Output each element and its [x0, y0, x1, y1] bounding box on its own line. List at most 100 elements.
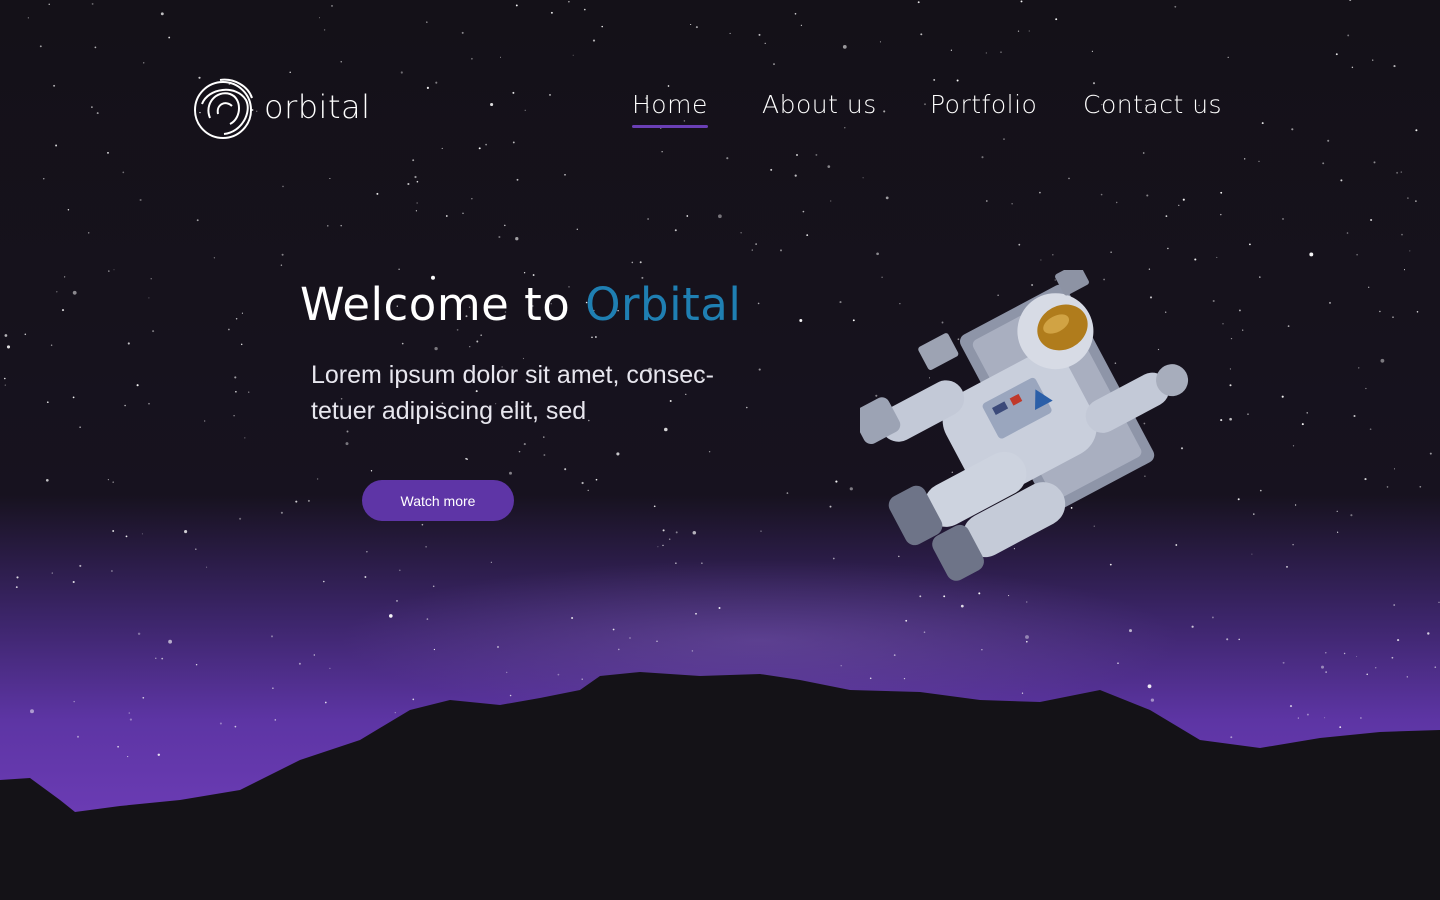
- star: [1039, 191, 1041, 194]
- star: [1092, 82, 1096, 85]
- star: [876, 252, 879, 256]
- star: [155, 657, 157, 659]
- star: [331, 5, 333, 7]
- star: [1247, 413, 1249, 415]
- star: [1340, 179, 1343, 182]
- watch-more-button[interactable]: Watch more: [362, 480, 514, 521]
- star: [595, 336, 597, 338]
- star: [692, 531, 697, 535]
- hero-title-accent: Orbital: [585, 278, 742, 331]
- star: [981, 649, 983, 651]
- star: [79, 564, 82, 567]
- star: [1353, 414, 1356, 418]
- star: [471, 198, 473, 200]
- star: [1165, 215, 1168, 217]
- star: [435, 81, 438, 84]
- star: [543, 454, 546, 456]
- star: [667, 85, 670, 87]
- star: [1337, 531, 1339, 533]
- star: [1406, 676, 1408, 678]
- star: [595, 478, 598, 481]
- star: [272, 687, 274, 689]
- star: [195, 548, 197, 550]
- star: [674, 229, 677, 232]
- nav-item-home[interactable]: Home: [632, 90, 708, 128]
- star: [571, 616, 574, 620]
- star: [1356, 655, 1358, 658]
- star: [239, 517, 242, 520]
- star: [319, 17, 320, 19]
- star: [1227, 56, 1229, 59]
- star: [425, 545, 427, 548]
- nav-item-about-us[interactable]: About us: [762, 90, 877, 119]
- star: [1242, 329, 1244, 331]
- nav-item-portfolio[interactable]: Portfolio: [930, 90, 1037, 119]
- star: [15, 586, 18, 589]
- star: [1174, 5, 1177, 8]
- star: [1403, 269, 1406, 271]
- star: [773, 63, 775, 65]
- star: [869, 677, 872, 680]
- star: [1350, 514, 1353, 517]
- star: [1386, 486, 1389, 488]
- star: [94, 46, 97, 49]
- star: [469, 346, 471, 348]
- main-navigation: Home About us Portfolio Contact us: [0, 90, 1440, 130]
- star: [235, 318, 238, 320]
- star: [476, 340, 479, 343]
- star: [1286, 566, 1288, 568]
- star: [1028, 30, 1030, 32]
- star: [835, 480, 838, 483]
- star: [281, 253, 284, 256]
- star: [117, 745, 119, 748]
- star: [168, 36, 171, 39]
- star: [1220, 419, 1223, 422]
- star: [298, 662, 301, 665]
- star: [1434, 666, 1437, 669]
- star: [1393, 65, 1396, 68]
- star: [1253, 513, 1255, 515]
- star: [1026, 640, 1028, 643]
- star: [1427, 632, 1430, 635]
- star: [1026, 601, 1028, 603]
- star: [235, 390, 237, 393]
- star: [1068, 177, 1070, 180]
- star: [295, 500, 298, 503]
- star: [1117, 662, 1119, 664]
- star: [695, 26, 698, 29]
- star: [518, 450, 521, 453]
- star: [758, 368, 761, 371]
- star: [280, 511, 283, 514]
- star: [6, 345, 11, 349]
- star: [157, 753, 161, 757]
- star: [690, 23, 692, 26]
- star: [364, 576, 367, 578]
- star: [124, 404, 126, 407]
- star: [576, 228, 578, 230]
- star: [206, 566, 208, 568]
- star: [1301, 423, 1304, 426]
- star: [662, 529, 665, 532]
- star: [248, 391, 250, 393]
- star: [799, 319, 803, 322]
- star: [920, 33, 923, 36]
- star: [1358, 367, 1360, 369]
- star: [1129, 629, 1132, 633]
- star: [840, 665, 842, 667]
- star: [919, 595, 922, 598]
- star: [72, 290, 77, 295]
- star: [981, 156, 984, 159]
- landing-page: orbital Home About us Portfolio Contact …: [0, 0, 1440, 900]
- star: [1379, 310, 1381, 313]
- star: [107, 479, 109, 481]
- star: [829, 505, 832, 508]
- star: [1021, 692, 1024, 694]
- star: [432, 585, 435, 588]
- nav-item-contact-us[interactable]: Contact us: [1083, 90, 1222, 119]
- star: [1372, 59, 1374, 61]
- star: [505, 671, 508, 674]
- star: [421, 523, 424, 526]
- star: [346, 430, 349, 433]
- star: [366, 551, 368, 553]
- star: [4, 384, 6, 386]
